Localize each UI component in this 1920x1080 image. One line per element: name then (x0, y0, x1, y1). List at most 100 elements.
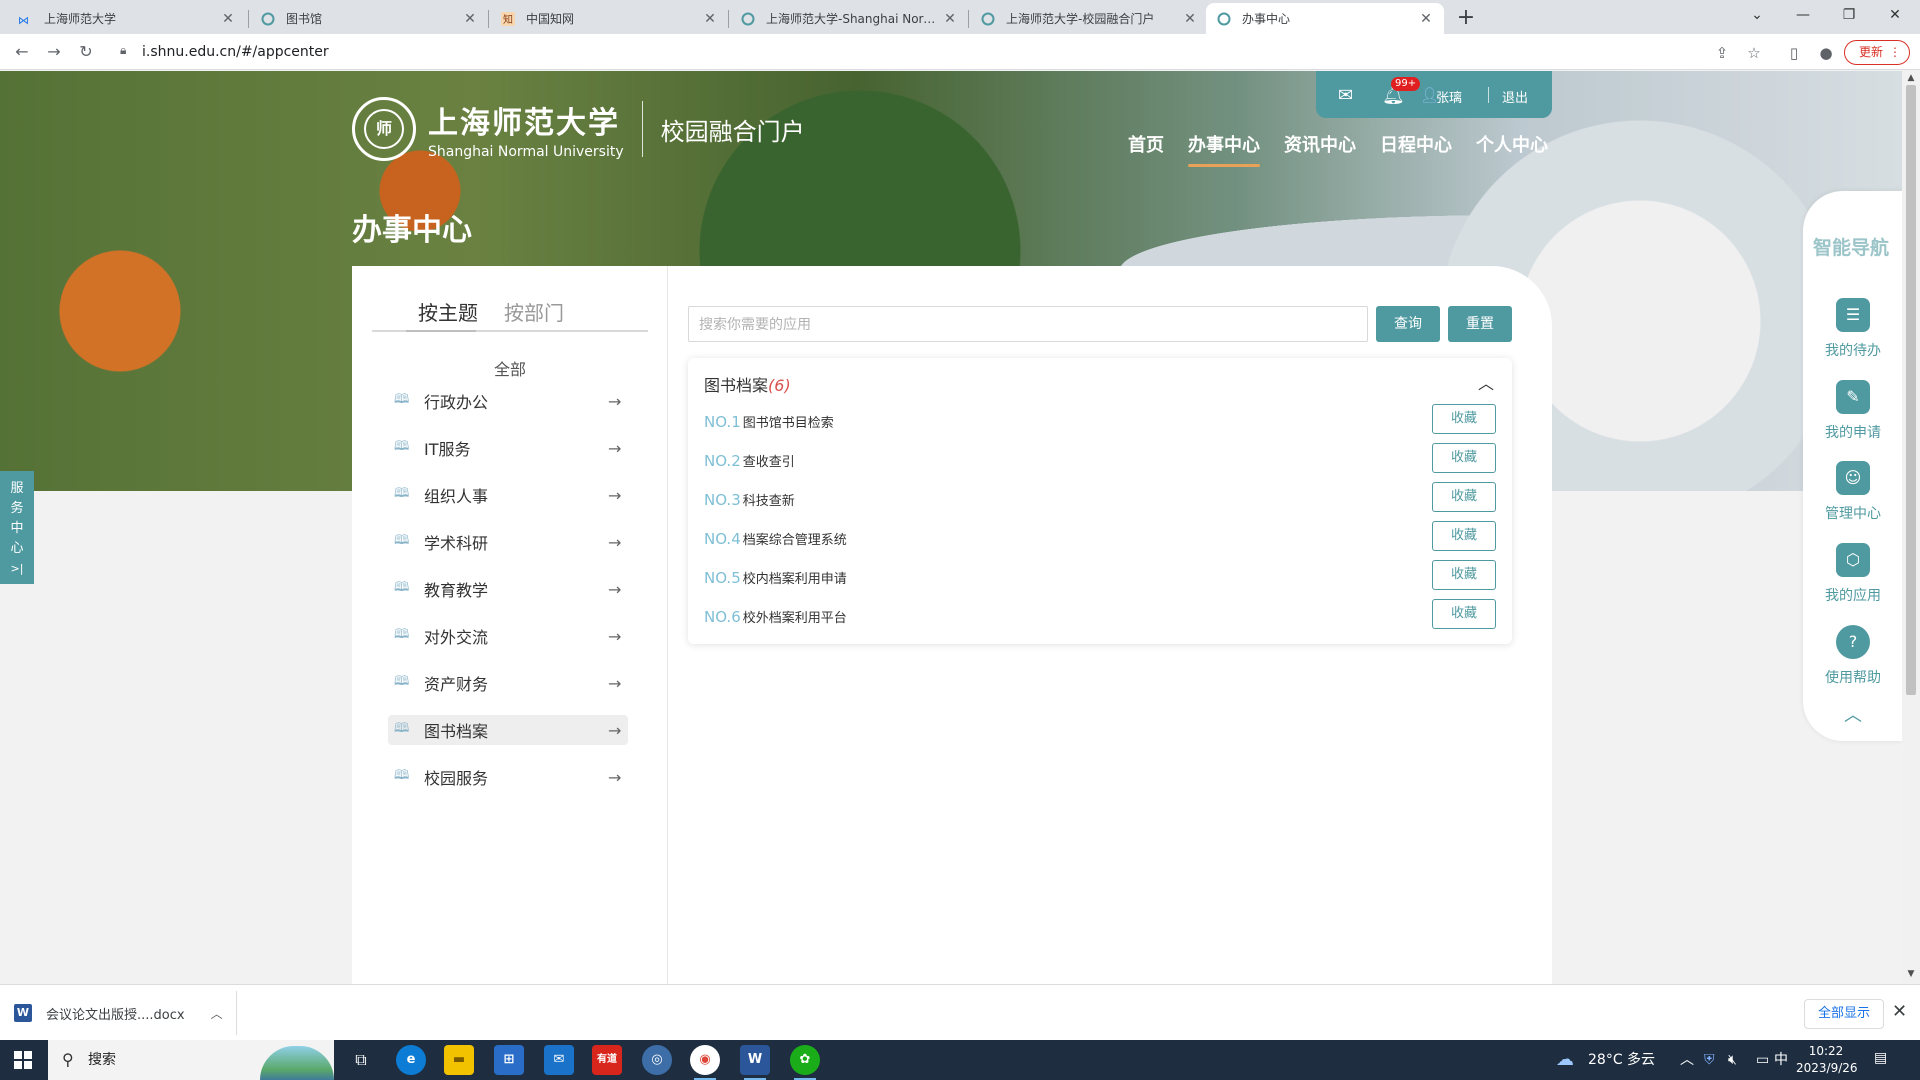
edge-browser-icon[interactable]: e (396, 1045, 426, 1075)
category-item[interactable]: 🕮 IT服务 → (388, 433, 628, 463)
file-explorer-icon[interactable]: ▬ (444, 1045, 474, 1075)
back-icon[interactable]: ← (10, 40, 34, 64)
app-name[interactable]: 科技查新 (743, 494, 795, 509)
app-name[interactable]: 图书馆书目检索 (743, 416, 834, 431)
app-row[interactable]: NO.5 校内档案利用申请 收藏 (704, 560, 1496, 592)
browser-app-icon[interactable]: ◎ (642, 1045, 672, 1075)
smartnav-my-todo[interactable]: ☰ 我的待办 (1803, 298, 1902, 360)
category-all[interactable]: 全部 (352, 356, 668, 380)
app-name[interactable]: 校外档案利用平台 (743, 611, 847, 626)
close-tab-icon[interactable]: ✕ (702, 11, 718, 27)
favorite-button[interactable]: 收藏 (1432, 404, 1496, 434)
mail-icon[interactable]: ✉ (1338, 85, 1353, 106)
update-button[interactable]: 更新 ⋮ (1844, 40, 1910, 65)
reset-button[interactable]: 重置 (1448, 306, 1512, 342)
service-center-side-tab[interactable]: 服务中心 >| (0, 471, 34, 584)
chevron-up-icon[interactable]: ︿ (1478, 370, 1494, 394)
logout-link[interactable]: 退出 (1502, 87, 1528, 106)
app-name[interactable]: 校内档案利用申请 (743, 572, 847, 587)
close-download-bar-icon[interactable]: ✕ (1892, 1001, 1907, 1022)
network-icon[interactable]: ▭ (1756, 1040, 1769, 1080)
page-scrollbar[interactable]: ▲ ▼ (1902, 71, 1920, 984)
taskbar-search-box[interactable]: ⚲ 搜索 (48, 1040, 334, 1080)
close-tab-icon[interactable]: ✕ (220, 11, 236, 27)
category-item[interactable]: 🕮 资产财务 → (388, 668, 628, 698)
nav-schedule-center[interactable]: 日程中心 (1380, 131, 1452, 167)
category-item[interactable]: 🕮 校园服务 → (388, 762, 628, 792)
chrome-icon[interactable]: ◉ (690, 1045, 720, 1080)
app-row[interactable]: NO.4 档案综合管理系统 收藏 (704, 521, 1496, 553)
category-item[interactable]: 🕮 组织人事 → (388, 480, 628, 510)
app-row[interactable]: NO.2 查收查引 收藏 (704, 443, 1496, 475)
input-method-indicator[interactable]: 中 (1774, 1040, 1788, 1080)
word-app-icon[interactable]: W (740, 1045, 770, 1080)
favorite-button[interactable]: 收藏 (1432, 482, 1496, 512)
reload-icon[interactable]: ↻ (74, 40, 98, 64)
favorite-button[interactable]: 收藏 (1432, 443, 1496, 473)
chevron-up-icon[interactable]: ︿ (211, 1005, 223, 1022)
new-tab-button[interactable]: + (1452, 5, 1480, 33)
browser-tab-active[interactable]: 办事中心 ✕ (1206, 3, 1444, 34)
username[interactable]: 张璃 (1436, 87, 1462, 106)
smartnav-my-apps[interactable]: ⬡ 我的应用 (1803, 543, 1902, 605)
browser-tab[interactable]: 上海师范大学-校园融合门户 ✕ (970, 3, 1208, 34)
close-tab-icon[interactable]: ✕ (1418, 11, 1434, 27)
nav-personal-center[interactable]: 个人中心 (1476, 131, 1548, 167)
app-row[interactable]: NO.1 图书馆书目检索 收藏 (704, 404, 1496, 436)
browser-tab[interactable]: 上海师范大学-Shanghai Norma ✕ (730, 3, 968, 34)
tab-search-icon[interactable]: ⌄ (1734, 0, 1780, 30)
query-button[interactable]: 查询 (1376, 306, 1440, 342)
security-shield-icon[interactable]: ⛨ (1704, 1040, 1715, 1080)
nav-home[interactable]: 首页 (1128, 131, 1164, 167)
category-item-active[interactable]: 🕮 图书档案 → (388, 715, 628, 745)
notification-center-icon[interactable]: ▤ (1874, 1050, 1887, 1066)
system-clock[interactable]: 10:22 2023/9/26 (1796, 1043, 1858, 1077)
scroll-top-chevron-icon[interactable]: ︿ (1803, 701, 1902, 727)
show-all-downloads-button[interactable]: 全部显示 (1804, 999, 1884, 1029)
download-item[interactable]: W 会议论文出版授....docx ︿ (14, 999, 223, 1027)
bookmark-star-icon[interactable]: ☆ (1744, 43, 1764, 63)
minimize-button[interactable]: — (1780, 0, 1826, 30)
address-bar[interactable]: 🔒︎ i.shnu.edu.cn/#/appcenter (108, 37, 1898, 67)
profile-avatar-icon[interactable]: ● (1816, 43, 1836, 63)
scroll-up-arrow-icon[interactable]: ▲ (1902, 73, 1920, 83)
smartnav-admin-center[interactable]: ☺ 管理中心 (1803, 461, 1902, 523)
browser-tab[interactable]: 图书馆 ✕ (250, 3, 488, 34)
category-item[interactable]: 🕮 对外交流 → (388, 621, 628, 651)
windows-start-icon[interactable] (14, 1051, 32, 1069)
scrollbar-thumb[interactable] (1906, 85, 1916, 695)
close-window-button[interactable]: ✕ (1872, 0, 1918, 30)
scroll-down-arrow-icon[interactable]: ▼ (1902, 969, 1920, 979)
share-icon[interactable]: ⇪ (1712, 43, 1732, 63)
task-view-icon[interactable]: ⧉ (346, 1045, 376, 1075)
close-tab-icon[interactable]: ✕ (942, 11, 958, 27)
category-item[interactable]: 🕮 行政办公 → (388, 386, 628, 416)
maximize-button[interactable]: ❐ (1826, 0, 1872, 30)
side-panel-icon[interactable]: ▯ (1784, 43, 1804, 63)
nav-service-center[interactable]: 办事中心 (1188, 131, 1260, 167)
favorite-button[interactable]: 收藏 (1432, 521, 1496, 551)
category-item[interactable]: 🕮 学术科研 → (388, 527, 628, 557)
app-name[interactable]: 查收查引 (743, 455, 795, 470)
close-tab-icon[interactable]: ✕ (1182, 11, 1198, 27)
app-search-input[interactable] (688, 306, 1368, 342)
microsoft-store-icon[interactable]: ⊞ (494, 1045, 524, 1075)
favorite-button[interactable]: 收藏 (1432, 599, 1496, 629)
forward-icon[interactable]: → (42, 40, 66, 64)
show-hidden-icons-chevron[interactable]: ︿ (1680, 1040, 1694, 1080)
youdao-dictionary-icon[interactable]: 有道 (592, 1045, 622, 1075)
mail-app-icon[interactable]: ✉ (544, 1045, 574, 1075)
weather-text[interactable]: 28°C 多云 (1588, 1040, 1655, 1080)
favorite-button[interactable]: 收藏 (1432, 560, 1496, 590)
close-tab-icon[interactable]: ✕ (462, 11, 478, 27)
browser-tab[interactable]: 知 中国知网 ✕ (490, 3, 728, 34)
wechat-icon[interactable]: ✿ (790, 1045, 820, 1080)
browser-tab[interactable]: ⋈ 上海师范大学 ✕ (8, 3, 246, 34)
category-item[interactable]: 🕮 教育教学 → (388, 574, 628, 604)
tab-by-department[interactable]: 按部门 (504, 297, 564, 326)
app-row[interactable]: NO.6 校外档案利用平台 收藏 (704, 599, 1496, 631)
nav-news-center[interactable]: 资讯中心 (1284, 131, 1356, 167)
app-row[interactable]: NO.3 科技查新 收藏 (704, 482, 1496, 514)
tab-by-topic[interactable]: 按主题 (418, 297, 478, 326)
smartnav-help[interactable]: ? 使用帮助 (1803, 625, 1902, 687)
